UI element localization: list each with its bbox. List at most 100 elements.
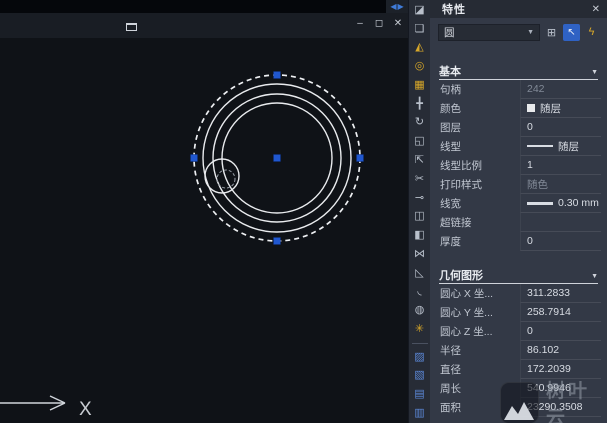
join-icon[interactable]: ⋈ — [409, 245, 431, 264]
chevron-down-icon: ▼ — [591, 69, 598, 79]
chevron-down-icon: ▼ — [527, 29, 534, 36]
draw-order-front-icon[interactable]: ▨ — [409, 348, 431, 367]
prop-label: 颜色 — [440, 99, 520, 118]
prop-value[interactable]: 172.2039 — [520, 360, 601, 379]
object-type-dropdown[interactable]: 圆 ▼ — [438, 24, 540, 41]
grip-east[interactable] — [357, 155, 364, 162]
section-title: 几何图形 — [439, 267, 483, 283]
mirror-icon[interactable]: ◭ — [409, 39, 431, 58]
prop-row-layer: 图层 0 — [430, 118, 607, 137]
prop-row-area: 面积 23290.3508 — [430, 398, 607, 417]
select-objects-icon[interactable]: ↖ — [563, 24, 580, 41]
section-geometry-header[interactable]: 几何图形 ▼ — [439, 264, 598, 284]
minimize-button[interactable]: – — [354, 18, 366, 29]
array-icon[interactable]: ▦ — [409, 76, 431, 95]
prop-row-linetype-scale: 线型比例 1 — [430, 156, 607, 175]
prop-row-hyperlink: 超链接 — [430, 213, 607, 232]
palette-title: 特性 — [442, 1, 466, 17]
prop-row-thickness: 厚度 0 — [430, 232, 607, 251]
section-basic: 基本 ▼ 句柄 242 颜色 随层 图层 0 线型 随层 线型比例 1 — [430, 60, 607, 251]
prop-row-linetype: 线型 随层 — [430, 137, 607, 156]
ucs-x-label: X — [79, 399, 92, 420]
copy-icon[interactable]: ❏ — [409, 20, 431, 39]
drawing-window-titlebar[interactable]: – ◻ ✕ — [0, 13, 408, 38]
linetype-sample-icon — [527, 145, 553, 147]
prop-label: 超链接 — [440, 213, 520, 232]
move-icon[interactable]: ╋ — [409, 95, 431, 114]
grip-north[interactable] — [274, 72, 281, 79]
prop-label: 线型 — [440, 137, 520, 156]
palette-header[interactable]: 特性 ✕ — [430, 0, 607, 18]
properties-palette: 特性 ✕ 圆 ▼ ⊞ ↖ ϟ 基本 ▼ 句柄 242 颜色 随层 — [430, 0, 607, 423]
prop-value[interactable] — [520, 213, 601, 232]
prop-row-color: 颜色 随层 — [430, 99, 607, 118]
prop-row-center-z: 圆心 Z 坐... 0 — [430, 322, 607, 341]
ucs-icon: X — [0, 396, 92, 420]
app-top-strip: ◀ ▶ — [0, 0, 408, 13]
drawing-canvas[interactable]: X — [0, 38, 408, 423]
prop-value[interactable]: 540.9946 — [520, 379, 601, 398]
draw-order-above-icon[interactable]: ▤ — [409, 385, 431, 404]
blend-icon[interactable]: ◍ — [409, 301, 431, 320]
prop-row-plot-style: 打印样式 随色 — [430, 175, 607, 194]
chamfer-icon[interactable]: ◺ — [409, 264, 431, 283]
prop-label: 圆心 Y 坐... — [440, 303, 520, 322]
break-icon[interactable]: ◧ — [409, 226, 431, 245]
prop-value[interactable]: 86.102 — [520, 341, 601, 360]
section-basic-header[interactable]: 基本 ▼ — [439, 60, 598, 80]
prop-label: 打印样式 — [440, 175, 520, 194]
rotate-icon[interactable]: ↻ — [409, 114, 431, 133]
prop-label: 面积 — [440, 398, 520, 417]
prop-label: 线型比例 — [440, 156, 520, 175]
prop-row-circumference: 周长 540.9946 — [430, 379, 607, 398]
palette-collapse-control[interactable]: ◀ ▶ — [386, 0, 408, 13]
toggle-pickadd-icon[interactable]: ⊞ — [543, 24, 560, 41]
trim-icon[interactable]: ✂ — [409, 170, 431, 189]
prop-value: 242 — [520, 80, 601, 99]
stretch-icon[interactable]: ⇱ — [409, 151, 431, 170]
grip-south[interactable] — [274, 238, 281, 245]
prop-value[interactable]: 0.30 mm — [520, 194, 601, 213]
close-window-button[interactable]: ✕ — [392, 18, 404, 29]
prop-value[interactable]: 258.7914 — [520, 303, 601, 322]
modify-toolbar: ◪ ❏ ◭ ◎ ▦ ╋ ↻ ◱ ⇱ ✂ ⊸ ◫ ◧ ⋈ ◺ ◟ ◍ ✳ ▨ ▧ … — [408, 0, 430, 423]
fillet-icon[interactable]: ◟ — [409, 282, 431, 301]
scale-icon[interactable]: ◱ — [409, 132, 431, 151]
prop-value[interactable]: 311.2833 — [520, 284, 601, 303]
prop-row-diameter: 直径 172.2039 — [430, 360, 607, 379]
prop-row-radius: 半径 86.102 — [430, 341, 607, 360]
prop-value: 随色 — [520, 175, 601, 194]
arrow-left-icon: ◀ — [390, 2, 396, 11]
explode-icon[interactable]: ✳ — [409, 320, 431, 339]
prop-value[interactable]: 0 — [520, 232, 601, 251]
document-icon — [126, 23, 137, 31]
prop-label: 周长 — [440, 379, 520, 398]
extend-icon[interactable]: ⊸ — [409, 189, 431, 208]
grip-west[interactable] — [191, 155, 198, 162]
quick-select-icon[interactable]: ϟ — [583, 24, 600, 41]
offset-icon[interactable]: ◎ — [409, 57, 431, 76]
prop-row-center-y: 圆心 Y 坐... 258.7914 — [430, 303, 607, 322]
close-palette-button[interactable]: ✕ — [592, 4, 600, 15]
prop-value[interactable]: 1 — [520, 156, 601, 175]
break-at-point-icon[interactable]: ◫ — [409, 207, 431, 226]
erase-icon[interactable]: ◪ — [409, 1, 431, 20]
restore-button[interactable]: ◻ — [373, 18, 385, 29]
object-type-row: 圆 ▼ ⊞ ↖ ϟ — [430, 18, 607, 46]
prop-label: 厚度 — [440, 232, 520, 251]
cad-application: ◀ ▶ – ◻ ✕ — [0, 0, 607, 423]
prop-row-center-x: 圆心 X 坐... 311.2833 — [430, 284, 607, 303]
prop-row-lineweight: 线宽 0.30 mm — [430, 194, 607, 213]
prop-label: 圆心 Z 坐... — [440, 322, 520, 341]
draw-order-back-icon[interactable]: ▧ — [409, 367, 431, 386]
toolbar-separator — [412, 343, 428, 344]
prop-value[interactable]: 随层 — [520, 99, 601, 118]
prop-value[interactable]: 23290.3508 — [520, 398, 601, 417]
grip-center[interactable] — [274, 155, 281, 162]
draw-order-below-icon[interactable]: ▥ — [409, 404, 431, 423]
prop-value[interactable]: 随层 — [520, 137, 601, 156]
prop-value[interactable]: 0 — [520, 118, 601, 137]
chevron-down-icon: ▼ — [591, 273, 598, 283]
arrow-right-icon: ▶ — [398, 2, 404, 11]
prop-value[interactable]: 0 — [520, 322, 601, 341]
